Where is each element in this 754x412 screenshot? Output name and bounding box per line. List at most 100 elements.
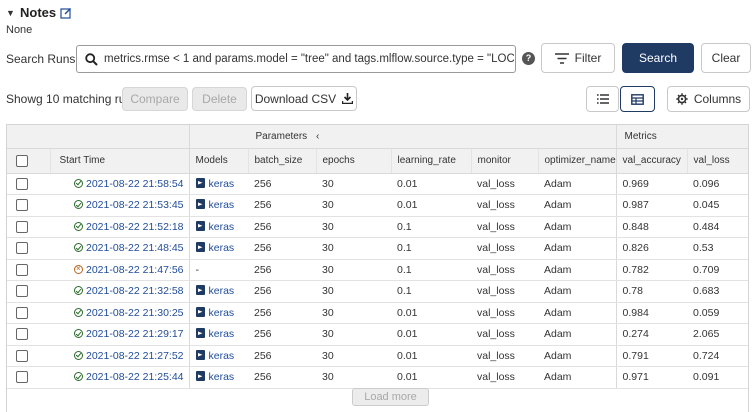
- epochs-cell: 30: [316, 280, 391, 303]
- model-link[interactable]: keras: [209, 178, 235, 190]
- matching-runs-count: Showg 10 matching runs: [6, 92, 139, 106]
- run-link[interactable]: 2021-08-22 21:30:25: [86, 307, 184, 319]
- model-link[interactable]: keras: [209, 307, 235, 319]
- row-checkbox[interactable]: [7, 280, 50, 303]
- models-cell: keras: [189, 216, 248, 238]
- col-learning-rate[interactable]: learning_rate: [391, 148, 472, 174]
- col-start-time[interactable]: Start Time: [50, 148, 190, 174]
- col-models[interactable]: Models: [189, 148, 249, 174]
- row-checkbox[interactable]: [7, 216, 50, 238]
- col-epochs[interactable]: epochs: [316, 148, 392, 174]
- start-time-cell: 2021-08-22 21:29:17: [50, 323, 190, 346]
- table-row[interactable]: 2021-08-22 21:30:25 keras 256 30 0.01 val_los…: [7, 302, 748, 324]
- col-batch-size[interactable]: batch_size: [248, 148, 317, 174]
- search-button[interactable]: Search: [622, 43, 694, 73]
- success-check-icon: [74, 307, 83, 317]
- search-input[interactable]: [104, 53, 514, 65]
- optimizer-cell: Adam: [538, 302, 617, 324]
- table-row[interactable]: 2021-08-22 21:53:45 keras 256 30 0.01 val_los…: [7, 194, 748, 217]
- start-time-cell: 2021-08-22 21:30:25: [50, 302, 190, 324]
- table-row[interactable]: 2021-08-22 21:58:54 keras 256 30 0.01 val_los…: [7, 173, 748, 195]
- optimizer-cell: Adam: [538, 194, 617, 217]
- run-link[interactable]: 2021-08-22 21:29:17: [86, 328, 184, 340]
- row-checkbox[interactable]: [7, 194, 50, 217]
- search-box[interactable]: [76, 45, 516, 73]
- table-view-button[interactable]: [620, 86, 655, 112]
- edit-icon[interactable]: [60, 7, 72, 19]
- val-accuracy-cell: 0.987: [616, 194, 688, 217]
- delete-button[interactable]: Delete: [192, 87, 247, 111]
- model-icon: [195, 242, 205, 253]
- table-row[interactable]: 2021-08-22 21:48:45 keras 256 30 0.1 val_loss…: [7, 237, 748, 260]
- download-csv-button[interactable]: Download CSV: [251, 86, 357, 111]
- col-val-accuracy[interactable]: val_accuracy: [616, 148, 688, 174]
- filter-button[interactable]: Filter: [541, 43, 615, 73]
- epochs-cell: 30: [316, 302, 391, 324]
- table-row[interactable]: 2021-08-22 21:27:52 keras 256 30 0.01 val_los…: [7, 345, 748, 367]
- table-row[interactable]: 2021-08-22 21:32:58 keras 256 30 0.1 val_loss…: [7, 280, 748, 303]
- run-link[interactable]: 2021-08-22 21:25:44: [86, 371, 184, 383]
- models-cell: keras: [189, 194, 248, 217]
- load-more-button[interactable]: Load more: [352, 388, 429, 406]
- run-link[interactable]: 2021-08-22 21:48:45: [86, 242, 184, 254]
- val-loss-cell: 0.484: [687, 216, 748, 238]
- row-checkbox[interactable]: [7, 366, 50, 389]
- model-link[interactable]: keras: [209, 199, 235, 211]
- run-link[interactable]: 2021-08-22 21:58:54: [86, 178, 184, 190]
- caret-down-icon[interactable]: ▼: [6, 8, 16, 18]
- epochs-cell: 30: [316, 345, 391, 367]
- list-view-button[interactable]: [586, 86, 619, 112]
- optimizer-cell: Adam: [538, 237, 617, 260]
- val-loss-cell: 0.724: [687, 345, 748, 367]
- batch-size-cell: 256: [248, 302, 316, 324]
- collapse-chevron-icon[interactable]: ‹: [316, 131, 319, 142]
- table-row[interactable]: 2021-08-22 21:29:17 keras 256 30 0.01 val_los…: [7, 323, 748, 346]
- model-icon: [195, 306, 205, 317]
- select-all-checkbox[interactable]: [7, 148, 51, 174]
- model-icon: [195, 285, 205, 296]
- table-row[interactable]: 2021-08-22 21:25:44 keras 256 30 0.01 val_los…: [7, 366, 748, 389]
- table-row[interactable]: 2021-08-22 21:52:18 keras 256 30 0.1 val_loss…: [7, 216, 748, 238]
- val-accuracy-cell: 0.826: [616, 237, 688, 260]
- model-link[interactable]: keras: [209, 242, 235, 254]
- row-checkbox[interactable]: [7, 345, 50, 367]
- row-checkbox[interactable]: [7, 173, 50, 195]
- row-checkbox[interactable]: [7, 302, 50, 324]
- models-cell: -: [189, 259, 248, 281]
- val-loss-cell: 0.53: [687, 237, 748, 260]
- val-loss-cell: 0.709: [687, 259, 748, 281]
- run-link[interactable]: 2021-08-22 21:53:45: [86, 199, 184, 211]
- run-link[interactable]: 2021-08-22 21:52:18: [86, 221, 184, 233]
- model-link[interactable]: keras: [209, 371, 235, 383]
- run-link[interactable]: 2021-08-22 21:47:56: [86, 264, 184, 276]
- clear-button[interactable]: Clear: [701, 43, 751, 73]
- run-link[interactable]: 2021-08-22 21:27:52: [86, 350, 184, 362]
- col-optimizer-name[interactable]: optimizer_name: [538, 148, 617, 174]
- col-monitor[interactable]: monitor: [471, 148, 539, 174]
- run-link[interactable]: 2021-08-22 21:32:58: [86, 285, 184, 297]
- row-checkbox[interactable]: [7, 323, 50, 346]
- group-parameters[interactable]: Parameters ‹: [189, 125, 617, 149]
- start-time-cell: 2021-08-22 21:53:45: [50, 194, 190, 217]
- row-checkbox[interactable]: [7, 259, 50, 281]
- download-csv-label: Download CSV: [254, 91, 337, 106]
- start-time-cell: 2021-08-22 21:58:54: [50, 173, 190, 195]
- model-icon: [195, 328, 205, 339]
- model-link[interactable]: keras: [209, 350, 235, 362]
- model-icon: [195, 371, 205, 382]
- compare-button[interactable]: Compare: [122, 87, 188, 111]
- columns-button[interactable]: Columns: [667, 86, 750, 112]
- model-link[interactable]: keras: [209, 221, 235, 233]
- model-link[interactable]: keras: [209, 285, 235, 297]
- help-icon[interactable]: ?: [522, 52, 535, 65]
- learning-rate-cell: 0.1: [391, 216, 471, 238]
- notes-header[interactable]: ▼ Notes: [6, 5, 72, 20]
- monitor-cell: val_loss: [471, 366, 538, 389]
- model-link[interactable]: keras: [209, 328, 235, 340]
- monitor-cell: val_loss: [471, 280, 538, 303]
- row-checkbox[interactable]: [7, 237, 50, 260]
- success-check-icon: [74, 350, 83, 360]
- search-icon: [85, 52, 98, 66]
- col-val-loss[interactable]: val_loss: [687, 148, 748, 174]
- table-row[interactable]: 2021-08-22 21:47:56- 256300.1val_lossAdam…: [7, 259, 748, 281]
